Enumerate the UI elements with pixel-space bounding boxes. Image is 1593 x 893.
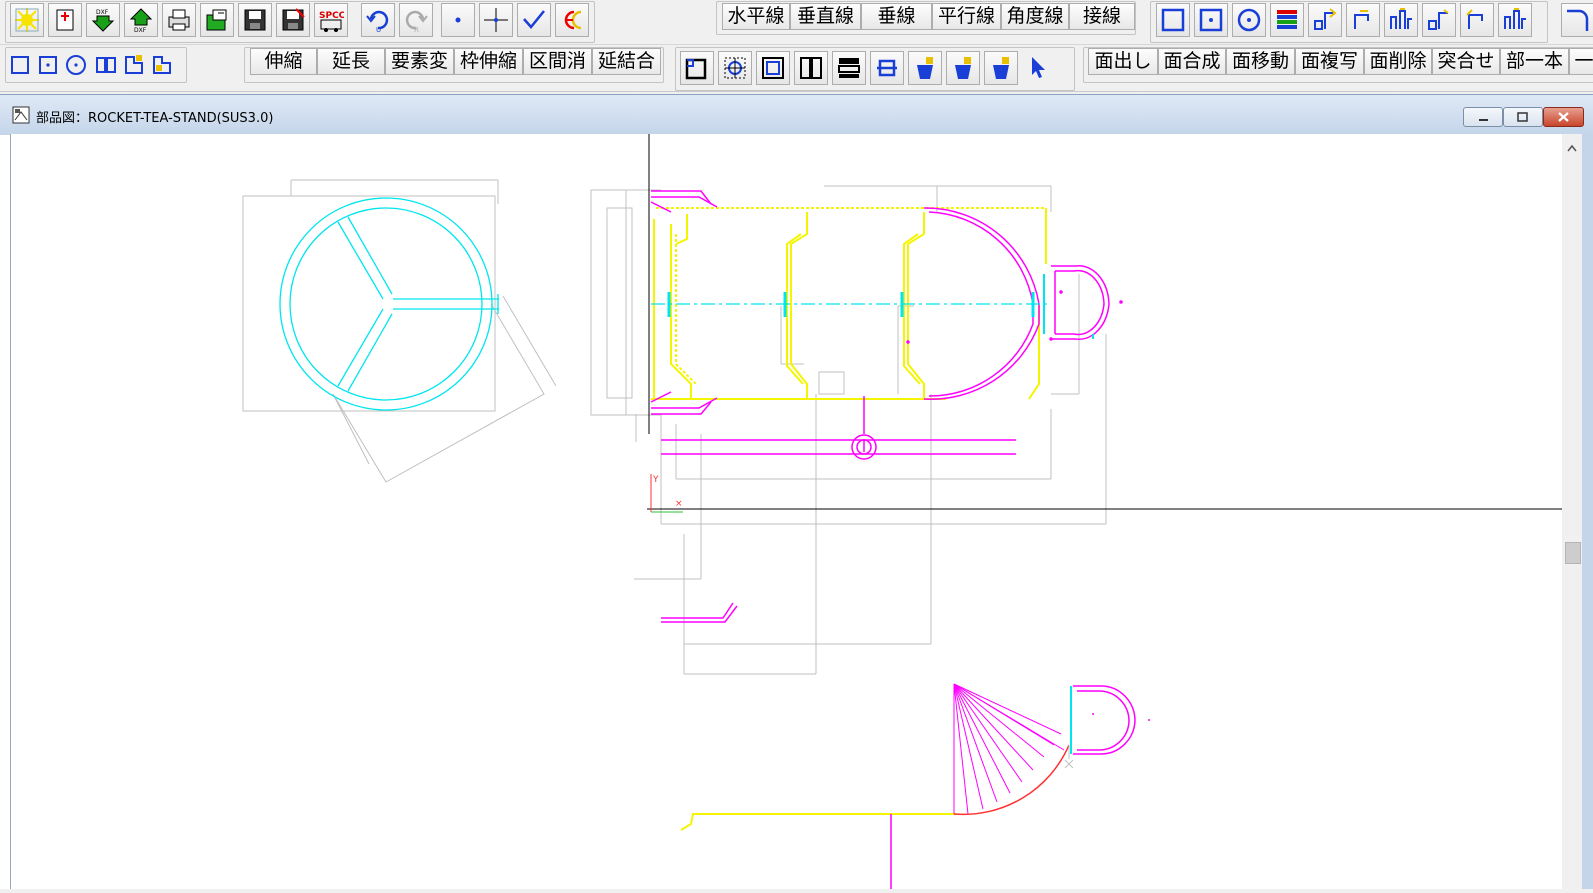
- undo-icon[interactable]: U: [361, 3, 395, 37]
- top-view: [279, 197, 499, 411]
- parallel-line-button[interactable]: 平行線: [932, 3, 1001, 30]
- dxf-import-icon[interactable]: DXF: [86, 3, 120, 37]
- window-frame-edge: [1582, 134, 1593, 889]
- cad-drawing: Y ×: [242, 134, 1563, 889]
- split-vertical-icon[interactable]: [794, 51, 828, 85]
- small-rect-center-icon[interactable]: [36, 51, 64, 79]
- close-button[interactable]: [1543, 107, 1584, 127]
- part-single-button[interactable]: 部一本: [1500, 48, 1569, 75]
- element-change-button[interactable]: 要素変: [385, 48, 454, 75]
- bend-channel-icon[interactable]: [1384, 3, 1418, 37]
- save-as-icon[interactable]: [276, 3, 310, 37]
- drawing-window: 部品図：ROCKET-TEA-STAND(SUS3.0) Y ×: [0, 94, 1593, 889]
- print-icon[interactable]: [162, 3, 196, 37]
- bend-up-icon[interactable]: [1308, 3, 1342, 37]
- close-icon: [1558, 112, 1569, 122]
- open-icon[interactable]: [200, 3, 234, 37]
- partial-button[interactable]: 一: [1569, 48, 1593, 75]
- vertical-scrollbar[interactable]: [1562, 134, 1582, 889]
- front-view-outline: [650, 190, 1123, 623]
- svg-text:×: ×: [675, 499, 683, 509]
- svg-text:U: U: [376, 26, 381, 33]
- bend-channel2-icon[interactable]: [1498, 3, 1532, 37]
- face-delete-button[interactable]: 面削除: [1364, 48, 1432, 75]
- main-toolbar: DXF DXF SPCC U R 水平線 垂直線 垂線 平行線 角度線 接線: [0, 0, 1593, 45]
- bracket-icon[interactable]: [870, 51, 904, 85]
- cross-point-icon[interactable]: [479, 3, 513, 37]
- horizontal-line-button[interactable]: 水平線: [722, 3, 790, 30]
- new-icon[interactable]: [10, 3, 44, 37]
- minimize-button[interactable]: [1463, 107, 1503, 127]
- development-view: [680, 683, 1150, 889]
- extend-button[interactable]: 延長: [317, 48, 385, 75]
- bucket3-icon[interactable]: [984, 51, 1018, 85]
- window-titlebar[interactable]: 部品図：ROCKET-TEA-STAND(SUS3.0): [0, 94, 1593, 135]
- save-icon[interactable]: [238, 3, 272, 37]
- redo-icon[interactable]: R: [399, 3, 433, 37]
- dxf-export-icon[interactable]: DXF: [124, 3, 158, 37]
- check-icon[interactable]: [517, 3, 551, 37]
- rectangle-icon[interactable]: [1156, 3, 1190, 37]
- face-move-button[interactable]: 面移動: [1226, 48, 1295, 75]
- restore-button[interactable]: [1503, 107, 1543, 127]
- spcc-icon[interactable]: SPCC: [314, 3, 348, 37]
- zoom-target-icon[interactable]: [718, 51, 752, 85]
- construction-lines: [242, 179, 1107, 675]
- butt-join-button[interactable]: 突合せ: [1432, 48, 1500, 75]
- tangent-line-button[interactable]: 接線: [1069, 3, 1135, 30]
- center-line: [651, 274, 1094, 339]
- document-icon: [12, 106, 30, 128]
- bend-up4-icon[interactable]: [1460, 3, 1494, 37]
- svg-text:DXF: DXF: [96, 9, 109, 16]
- svg-text:DXF: DXF: [134, 27, 147, 33]
- face-copy-button[interactable]: 面複写: [1295, 48, 1364, 75]
- rect-center-icon[interactable]: [1194, 3, 1228, 37]
- zoom-window-icon[interactable]: [680, 51, 714, 85]
- small-split2-icon[interactable]: [150, 51, 178, 79]
- restore-icon: [1517, 112, 1528, 122]
- split-horizontal-icon[interactable]: [832, 51, 866, 85]
- point-icon[interactable]: [441, 3, 475, 37]
- section-delete-button[interactable]: 区間消: [523, 48, 592, 75]
- svg-text:R: R: [414, 26, 419, 33]
- small-double-rect-icon[interactable]: [94, 51, 122, 79]
- cursor-icon[interactable]: [1022, 51, 1056, 85]
- small-circle-icon[interactable]: [64, 51, 92, 79]
- bend-up3-icon[interactable]: [1422, 3, 1456, 37]
- edit-toolbar: 伸縮 延長 要素変 枠伸縮 区間消 延結合 面出し 面合成 面移動 面複写 面削…: [0, 45, 1593, 92]
- face-out-button[interactable]: 面出し: [1088, 48, 1158, 75]
- circle-icon[interactable]: [1232, 3, 1266, 37]
- window-title: 部品図：ROCKET-TEA-STAND(SUS3.0): [36, 111, 274, 126]
- zoom-fit-icon[interactable]: [756, 51, 790, 85]
- bucket2-icon[interactable]: [946, 51, 980, 85]
- angle-line-button[interactable]: 角度線: [1001, 3, 1069, 30]
- vertical-line-button[interactable]: 垂直線: [790, 3, 861, 30]
- minimize-icon: [1479, 119, 1488, 121]
- extend-join-button[interactable]: 延結合: [592, 48, 661, 75]
- frame-stretch-button[interactable]: 枠伸縮: [454, 48, 523, 75]
- hook-icon[interactable]: [1561, 3, 1593, 37]
- layers-icon[interactable]: [1270, 3, 1304, 37]
- origin-marker: Y ×: [650, 474, 683, 513]
- small-split-icon[interactable]: [122, 51, 150, 79]
- scroll-up-icon[interactable]: [1562, 138, 1582, 158]
- scroll-thumb[interactable]: [1565, 542, 1581, 564]
- small-rect-icon[interactable]: [8, 51, 36, 79]
- stretch-button[interactable]: 伸縮: [250, 48, 317, 75]
- bucket-icon[interactable]: [908, 51, 942, 85]
- drawing-canvas[interactable]: Y ×: [10, 134, 1563, 889]
- bend-up2-icon[interactable]: [1346, 3, 1380, 37]
- perpendicular-line-button[interactable]: 垂線: [861, 3, 932, 30]
- ec-icon[interactable]: [555, 3, 589, 37]
- svg-text:Y: Y: [652, 475, 659, 485]
- face-merge-button[interactable]: 面合成: [1158, 48, 1226, 75]
- new-page-icon[interactable]: [48, 3, 82, 37]
